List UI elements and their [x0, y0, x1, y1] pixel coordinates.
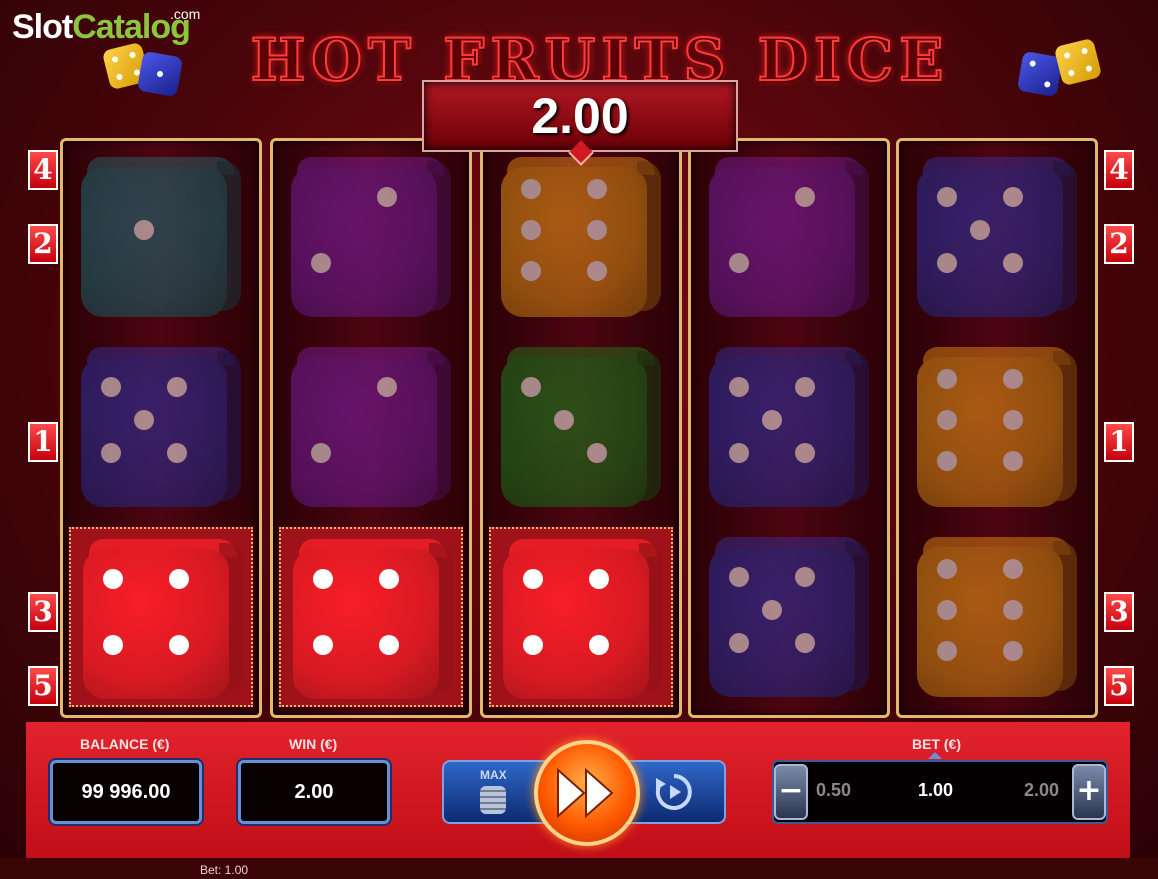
header-dice-left-icon — [100, 36, 190, 100]
reel-3 — [480, 138, 682, 718]
payline-right-2: 2 — [1104, 224, 1134, 264]
balance-label: BALANCE (€) — [80, 736, 170, 752]
reel-cell — [905, 147, 1089, 327]
dice-1-icon — [81, 157, 241, 317]
max-bet-button[interactable]: MAX — [458, 766, 528, 818]
payline-right-4: 4 — [1104, 150, 1134, 190]
bet-option-lower[interactable]: 0.50 — [816, 780, 851, 801]
bet-pointer-icon — [928, 752, 942, 759]
dice-5-icon — [917, 157, 1077, 317]
win-value: 2.00 — [238, 760, 390, 824]
footer-bet-text: Bet: 1.00 — [200, 863, 249, 877]
dice-5-icon — [709, 537, 869, 697]
spin-button[interactable] — [534, 740, 640, 846]
reel-cell — [697, 527, 881, 707]
reel-5 — [896, 138, 1098, 718]
balance-value: 99 996.00 — [50, 760, 202, 824]
dice-6-icon — [501, 157, 661, 317]
payline-left-4: 4 — [28, 150, 58, 190]
dice-4-icon — [293, 539, 453, 699]
reel-cell — [697, 147, 881, 327]
max-label: MAX — [480, 768, 507, 782]
status-footer: Bet: 1.00 — [0, 858, 1158, 879]
reel-cell — [697, 337, 881, 517]
payline-left-2: 2 — [28, 224, 58, 264]
reel-cell — [489, 527, 673, 707]
payline-left-1: 1 — [28, 422, 58, 462]
reel-2 — [270, 138, 472, 718]
last-win-display: 2.00 — [422, 80, 738, 152]
dice-5-icon — [81, 347, 241, 507]
dice-2-icon — [291, 157, 451, 317]
payline-right-3: 3 — [1104, 592, 1134, 632]
payline-right-1: 1 — [1104, 422, 1134, 462]
win-label: WIN (€) — [289, 736, 338, 752]
payline-left-5: 5 — [28, 666, 58, 706]
payline-right-5: 5 — [1104, 666, 1134, 706]
reel-cell — [489, 147, 673, 327]
dice-4-icon — [503, 539, 663, 699]
bet-label: BET (€) — [912, 736, 961, 752]
bet-increase-button[interactable]: + — [1072, 764, 1106, 820]
reel-cell — [69, 337, 253, 517]
payline-left-3: 3 — [28, 592, 58, 632]
bet-option-current[interactable]: 1.00 — [918, 780, 953, 801]
dice-3-icon — [501, 347, 661, 507]
autoplay-button[interactable] — [654, 772, 694, 812]
bet-option-higher[interactable]: 2.00 — [1024, 780, 1059, 801]
dice-2-icon — [709, 157, 869, 317]
reel-cell — [279, 527, 463, 707]
dice-4-icon — [83, 539, 243, 699]
reel-cell — [905, 527, 1089, 707]
reel-cell — [279, 337, 463, 517]
reel-cell — [69, 527, 253, 707]
reel-1 — [60, 138, 262, 718]
autoplay-icon — [655, 774, 692, 810]
reel-4 — [688, 138, 890, 718]
bet-decrease-button[interactable]: − — [774, 764, 808, 820]
reel-cell — [905, 337, 1089, 517]
reel-cell — [69, 147, 253, 327]
coin-stack-icon — [480, 786, 506, 814]
reel-cell — [489, 337, 673, 517]
reel-cell — [279, 147, 463, 327]
header-dice-right-icon — [1016, 36, 1106, 100]
dice-2-icon — [291, 347, 451, 507]
fast-forward-icon — [557, 767, 614, 819]
dice-5-icon — [709, 347, 869, 507]
dice-6-icon — [917, 537, 1077, 697]
reels-area — [60, 138, 1098, 718]
dice-6-icon — [917, 347, 1077, 507]
